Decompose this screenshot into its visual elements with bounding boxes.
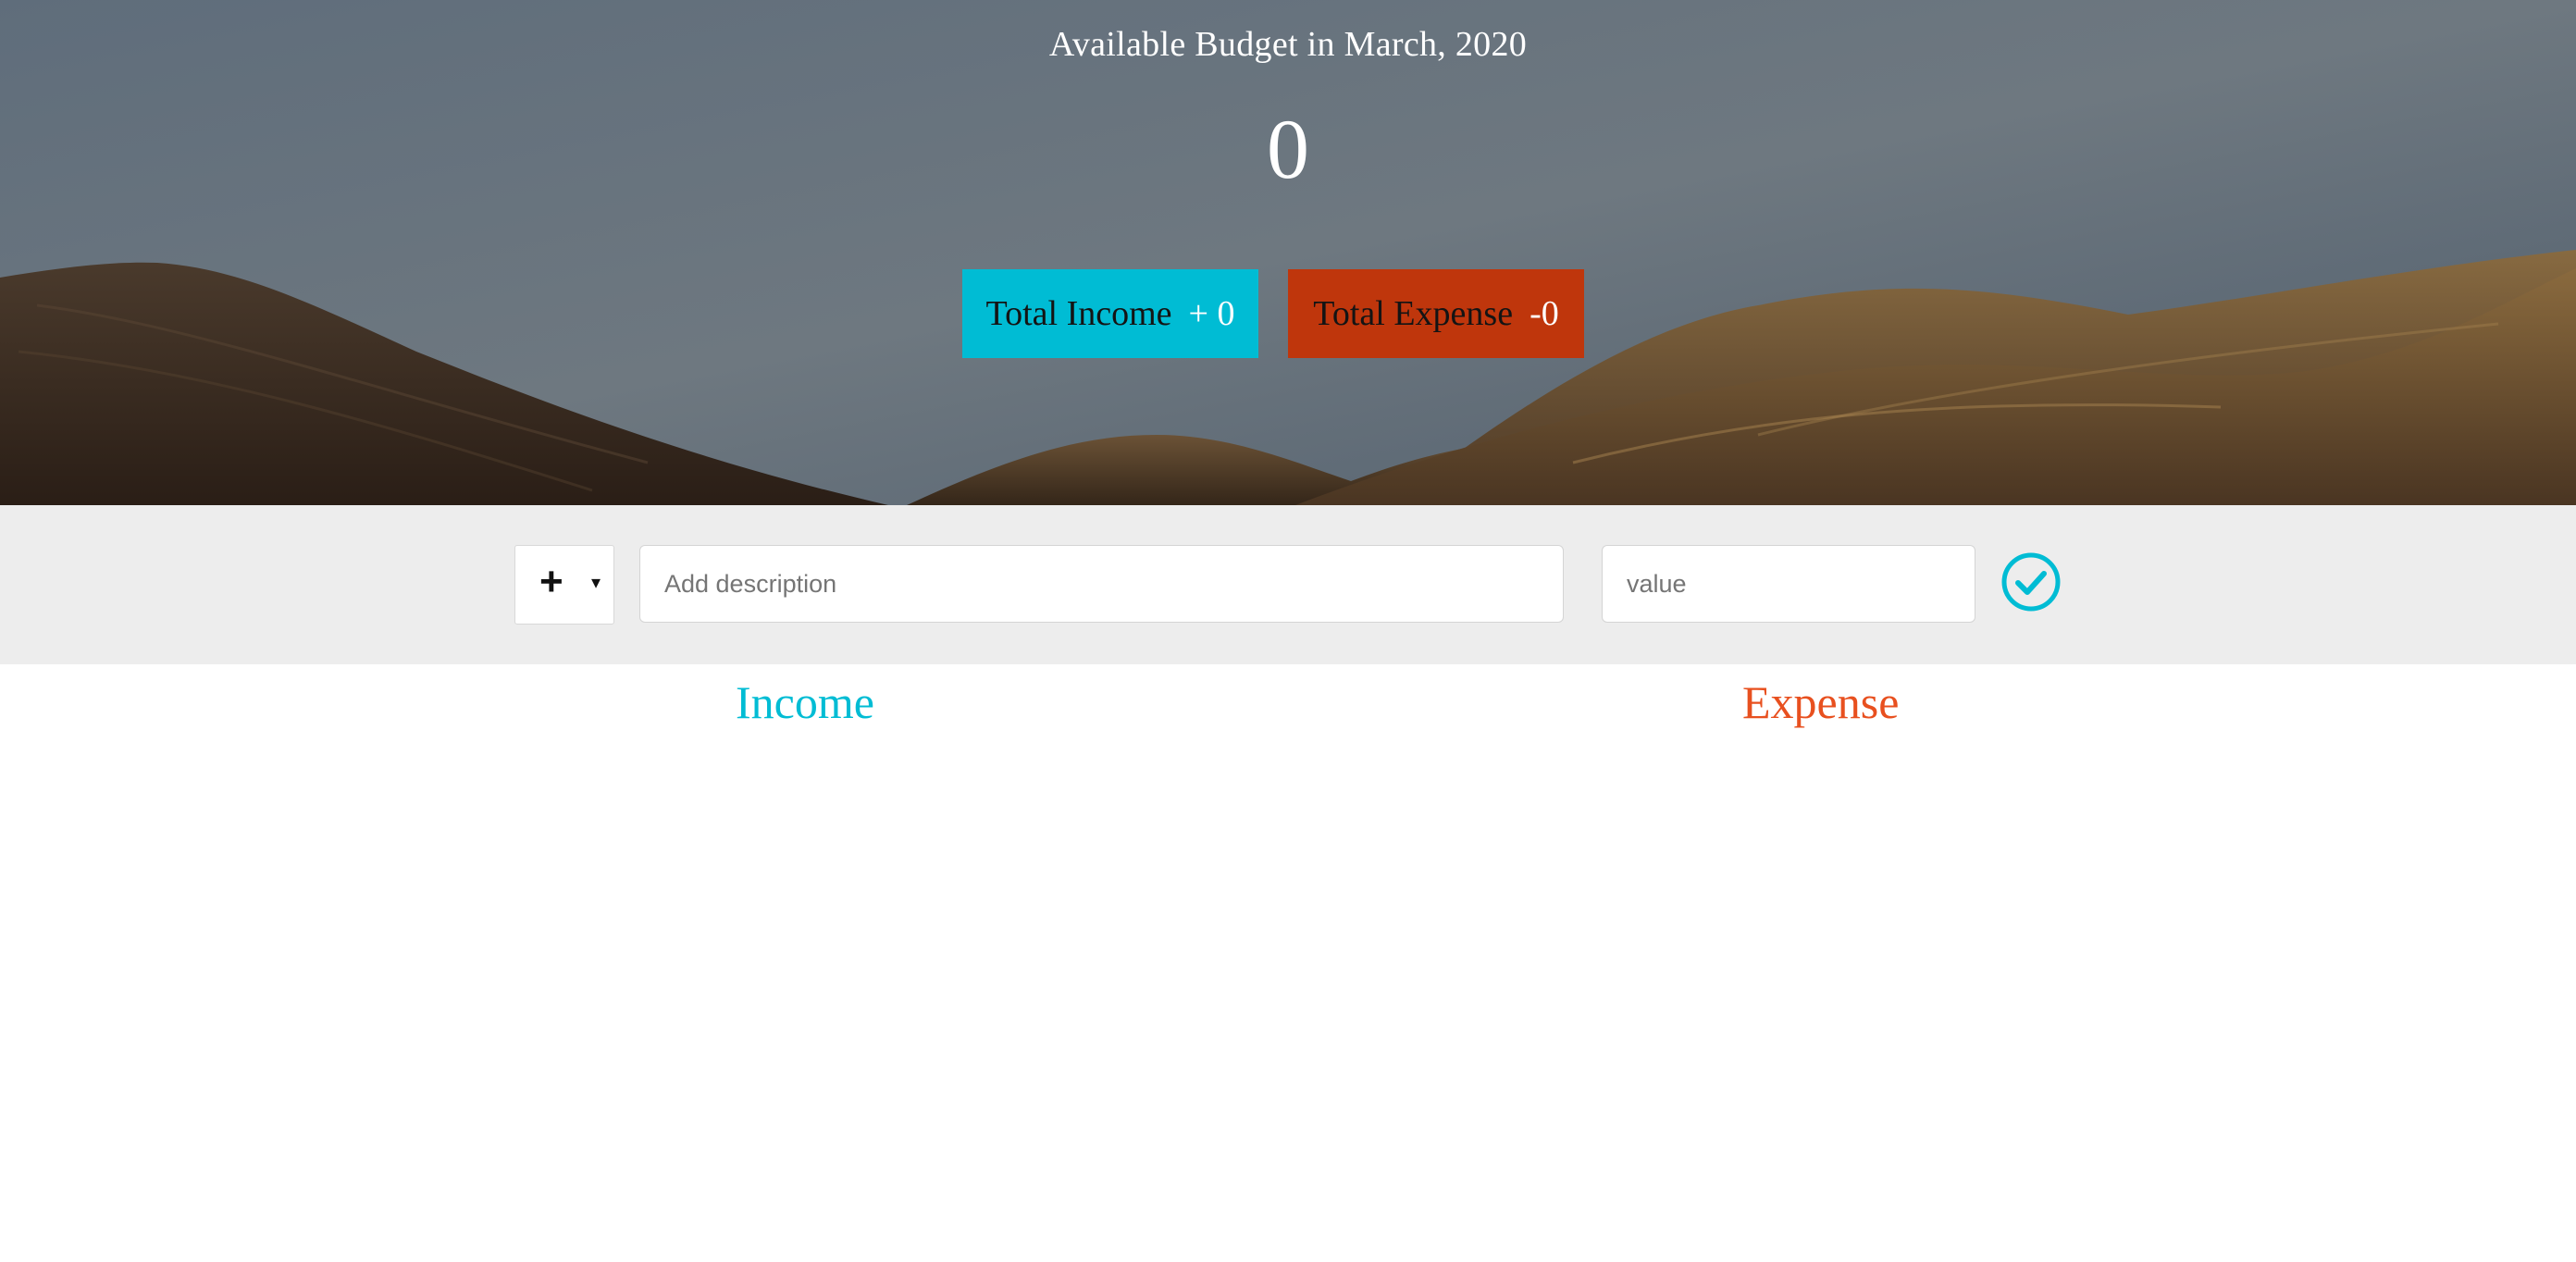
expense-list-title: Expense [1742, 676, 1900, 728]
total-income-label: Total Income [985, 294, 1172, 333]
type-select[interactable]: + ▾ [514, 545, 614, 625]
caret-down-icon: ▾ [591, 573, 601, 593]
available-budget-value: 0 [1267, 102, 1309, 196]
total-income-value: + 0 [1188, 294, 1235, 333]
hero-background-landscape [0, 0, 2576, 505]
check-circle-icon [2001, 552, 2061, 612]
description-input[interactable] [639, 545, 1564, 623]
total-expense-box: Total Expense -0 [1288, 269, 1584, 358]
add-item-bar: + ▾ [0, 505, 2576, 664]
plus-symbol: + [539, 559, 564, 604]
total-income-box: Total Income + 0 [962, 269, 1258, 358]
income-list-title: Income [736, 676, 874, 728]
submit-button[interactable] [2000, 551, 2062, 612]
hero-header: Available Budget in March, 2020 0 Total … [0, 0, 2576, 505]
total-expense-label: Total Expense [1313, 294, 1514, 333]
budget-title: Available Budget in March, 2020 [1048, 25, 1528, 64]
value-input[interactable] [1602, 545, 1975, 623]
total-expense-value: -0 [1530, 294, 1559, 333]
